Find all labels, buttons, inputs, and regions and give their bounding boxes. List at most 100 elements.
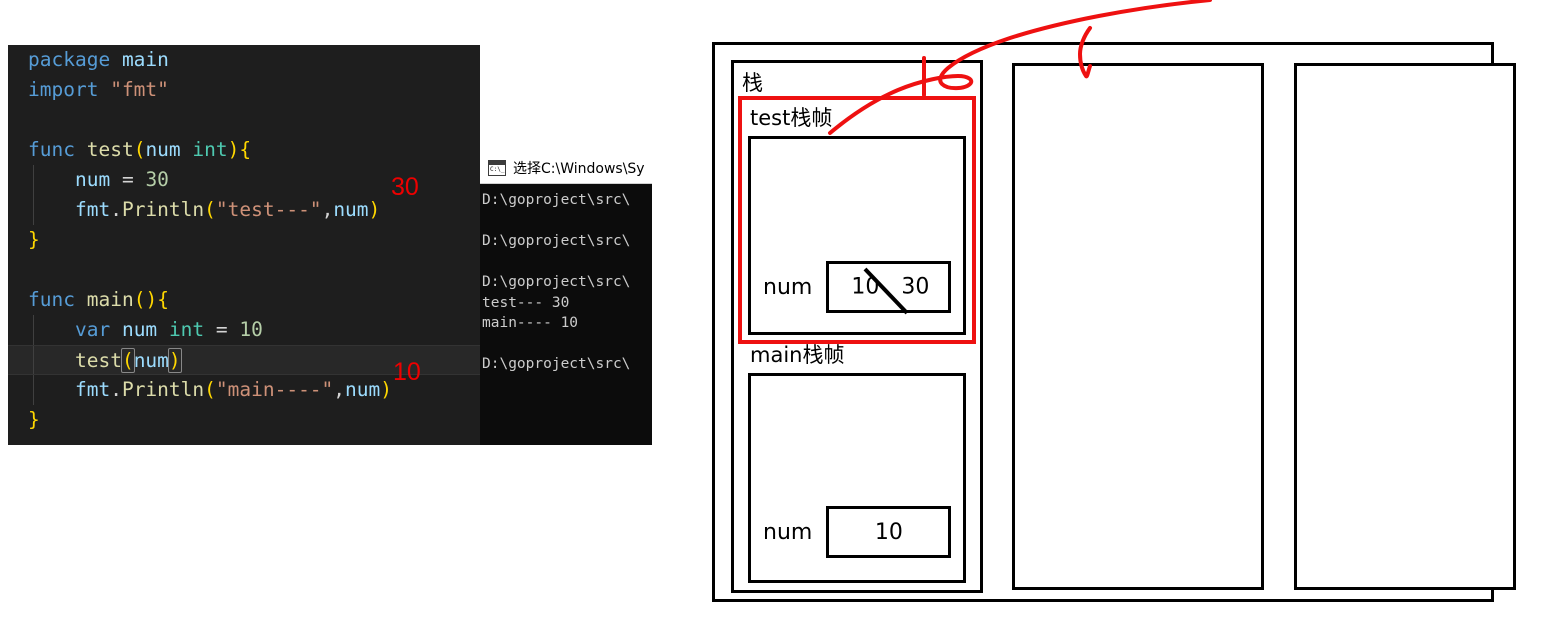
- code-line-text: func main(){: [28, 288, 169, 311]
- token: "main----": [215, 378, 334, 401]
- token: ): [145, 288, 158, 311]
- token: num: [133, 349, 169, 372]
- annotation-test-value: 30: [391, 173, 419, 201]
- code-line-text: num = 30: [28, 168, 169, 191]
- indent-guide: [33, 346, 34, 374]
- token: 30: [145, 168, 169, 191]
- stack-column-label: 栈: [742, 71, 763, 95]
- token: ): [227, 138, 240, 161]
- code-line-text: func test(num int){: [28, 138, 251, 161]
- main-frame-value: 10: [874, 519, 903, 545]
- indent-guide: [33, 165, 34, 195]
- main-stack-frame-box: num 10: [748, 373, 966, 583]
- token: num: [121, 318, 158, 341]
- token: Println: [121, 378, 205, 401]
- token: }: [28, 228, 40, 251]
- token: (: [204, 378, 216, 401]
- indent-guide: [33, 315, 34, 345]
- token: "test---": [215, 198, 322, 221]
- token: num: [345, 378, 381, 401]
- annotation-main-value: 10: [393, 358, 421, 386]
- code-line-9[interactable]: func main(){: [8, 285, 480, 315]
- code-line-text: }: [28, 408, 40, 431]
- code-line-13[interactable]: }: [8, 405, 480, 435]
- token: (: [120, 348, 135, 373]
- token: test: [86, 138, 134, 161]
- code-line-7[interactable]: }: [8, 225, 480, 255]
- token: 10: [239, 318, 263, 341]
- console-title-text: 选择C:\Windows\Sy: [513, 160, 645, 177]
- token: ,: [321, 198, 334, 221]
- test-frame-variable-row: num 10 30: [763, 261, 952, 315]
- console-titlebar[interactable]: 选择C:\Windows\Sy: [480, 152, 652, 184]
- main-stack-frame-label: main栈帧: [750, 343, 845, 367]
- token: test: [74, 349, 122, 372]
- strikethrough-icon: [863, 267, 909, 315]
- code-line-text: test(num): [28, 348, 182, 373]
- token: (: [133, 288, 146, 311]
- token: main: [86, 288, 134, 311]
- token: }: [28, 408, 40, 431]
- memory-column-3: [1294, 63, 1516, 590]
- token: package: [28, 48, 111, 71]
- code-line-2[interactable]: import "fmt": [8, 75, 480, 105]
- token: =: [204, 318, 240, 341]
- code-line-text: package main: [28, 48, 169, 71]
- token: (: [204, 198, 216, 221]
- token: (: [133, 138, 146, 161]
- test-stack-frame-box: num 10 30: [748, 136, 966, 335]
- token: func: [28, 138, 75, 161]
- console-icon: [488, 159, 506, 176]
- token: {: [157, 288, 169, 311]
- code-line-text: import "fmt": [28, 78, 169, 101]
- code-line-text: fmt.Println("main----",num): [28, 378, 392, 401]
- test-frame-variable-name: num: [763, 274, 813, 300]
- code-line-1[interactable]: package main: [8, 45, 480, 75]
- indent-guide: [33, 375, 34, 405]
- code-line-4[interactable]: func test(num int){: [8, 135, 480, 165]
- code-line-10[interactable]: var num int = 10: [8, 315, 480, 345]
- token: ): [380, 378, 393, 401]
- token: Println: [121, 198, 205, 221]
- token: .: [110, 198, 122, 221]
- console-output[interactable]: D:\goproject\src\ D:\goproject\src\ D:\gop…: [480, 184, 652, 445]
- code-line-text: }: [28, 228, 40, 251]
- main-frame-variable-name: num: [763, 519, 813, 545]
- test-frame-old-value: 10: [851, 274, 880, 300]
- token: func: [28, 288, 75, 311]
- token: ,: [333, 378, 346, 401]
- memory-column-2: [1012, 63, 1264, 590]
- token: num: [145, 138, 181, 161]
- test-stack-frame-label: test栈帧: [750, 106, 833, 130]
- test-frame-new-value: 30: [901, 274, 930, 300]
- code-line-text: fmt.Println("test---",num): [28, 198, 380, 221]
- token: import: [28, 78, 99, 101]
- token: int: [168, 318, 205, 341]
- token: num: [333, 198, 369, 221]
- memory-stack-diagram: 栈 test栈帧 num 10 30 main栈帧 num 10: [660, 0, 1557, 633]
- console-line-4: D:\goproject\src\: [482, 274, 631, 290]
- token: =: [110, 168, 146, 191]
- windows-command-prompt[interactable]: 选择C:\Windows\Sy D:\goproject\src\D:\gopr…: [480, 152, 652, 445]
- main-frame-variable-row: num 10: [763, 506, 952, 558]
- token: var: [74, 318, 111, 341]
- token: ): [368, 198, 381, 221]
- code-line-3[interactable]: [8, 105, 480, 135]
- token: main: [121, 48, 169, 71]
- console-line-0: D:\goproject\src\: [482, 192, 631, 208]
- go-code-editor[interactable]: package main import "fmt" func test(num in…: [8, 45, 480, 445]
- console-line-2: D:\goproject\src\: [482, 233, 631, 249]
- console-line-5: test--- 30: [482, 294, 570, 311]
- test-frame-variable-box: 10 30: [826, 261, 952, 315]
- console-line-6: main---- 10: [482, 315, 579, 331]
- code-line-8[interactable]: [8, 255, 480, 285]
- code-line-text: var num int = 10: [28, 318, 263, 341]
